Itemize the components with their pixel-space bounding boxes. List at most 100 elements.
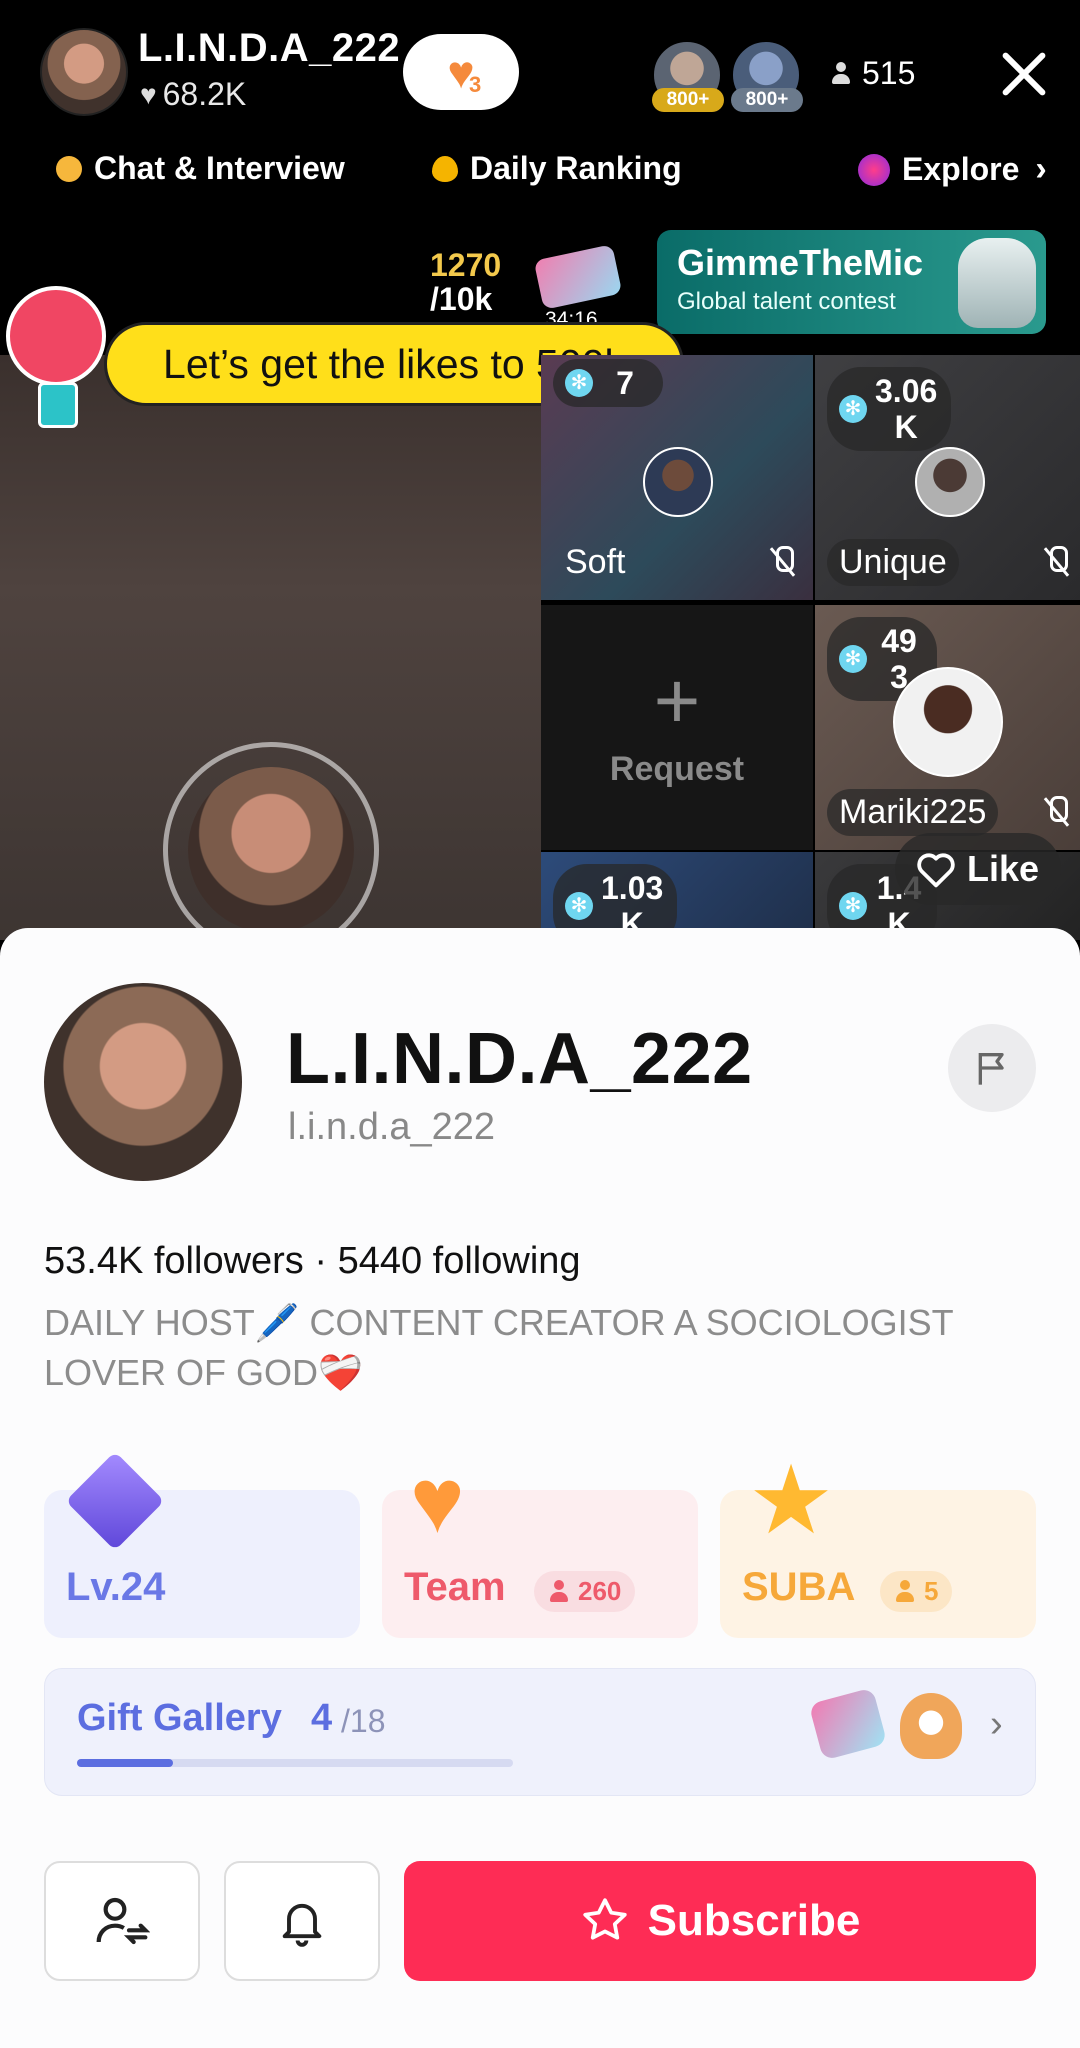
gift-icon: [533, 244, 623, 310]
goal-current: 1270: [430, 247, 502, 283]
gift-gallery-total: /18: [341, 1703, 386, 1739]
suba-label: SUBA: [742, 1565, 856, 1609]
follow-button[interactable]: ♥ 3: [403, 34, 519, 110]
host-name[interactable]: L.I.N.D.A_222: [138, 26, 400, 71]
top-bar: L.I.N.D.A_222 ♥ 68.2K ♥ 3 800+ 800+ 515: [0, 0, 1080, 145]
goal-target: /10k: [430, 281, 493, 317]
gift-icon: [808, 1687, 888, 1761]
host-likes: ♥ 68.2K: [140, 76, 246, 113]
snowflake-icon: ✻: [839, 645, 867, 673]
top-viewer-avatar[interactable]: 800+: [731, 40, 803, 112]
person-icon: [548, 1579, 570, 1604]
badge-cards: Lv.24 ♥ Team 260 ★ SUBA 5: [44, 1451, 1036, 1638]
team-count-value: 260: [578, 1576, 622, 1606]
profile-name: L.I.N.D.A_222: [286, 1019, 753, 1099]
gift-gallery-label: Gift Gallery: [77, 1697, 282, 1739]
report-button[interactable]: [948, 1024, 1036, 1112]
chevron-right-icon: ›: [990, 1703, 1003, 1745]
gift-gallery-count: 4: [311, 1697, 333, 1739]
profile-stats[interactable]: 53.4K followers · 5440 following: [44, 1240, 581, 1283]
heart-icon: ♥: [140, 78, 157, 110]
close-icon[interactable]: [995, 45, 1053, 103]
guest-name: Mariki225: [827, 789, 999, 836]
guest-cell[interactable]: ✻ 1.03 K: [541, 852, 813, 940]
snowflake-icon: ✻: [839, 395, 867, 423]
request-seat-button[interactable]: + Request: [541, 605, 813, 850]
level-label: Lv.24: [66, 1565, 166, 1609]
muted-mic-icon: [1043, 796, 1069, 828]
team-label: Team: [404, 1565, 506, 1609]
gift-gallery-progress: [77, 1759, 513, 1767]
gift-gallery-progress-fill: [77, 1759, 173, 1767]
profile-avatar[interactable]: [44, 983, 242, 1181]
heart-outline-icon: [917, 853, 955, 888]
user-switch-icon: [96, 1897, 150, 1945]
chat-icon: [56, 155, 82, 182]
viewer-count[interactable]: 515: [830, 55, 915, 92]
person-icon: [830, 61, 852, 86]
guest-avatar: [915, 447, 985, 517]
top-viewer-avatar[interactable]: 800+: [652, 40, 724, 112]
live-stream-area: L.I.N.D.A_222 ♥ 68.2K ♥ 3 800+ 800+ 515 …: [0, 0, 1080, 940]
team-card[interactable]: ♥ Team 260: [382, 1455, 698, 1638]
nav-label: Chat & Interview: [94, 150, 345, 186]
profile-actions: Subscribe: [44, 1861, 1036, 1981]
team-member-count: 260: [534, 1571, 636, 1612]
nav-chat-interview[interactable]: Chat & Interview: [56, 150, 345, 187]
corgi-gift-icon: [900, 1693, 962, 1759]
mascot-head: [6, 286, 106, 386]
like-label: Like: [967, 848, 1040, 889]
snowflake-icon: ✻: [565, 369, 593, 397]
like-button[interactable]: Like: [895, 833, 1062, 905]
bell-icon: [282, 1903, 322, 1947]
guest-cell[interactable]: ✻ 7 Soft: [541, 355, 813, 600]
suba-card[interactable]: ★ SUBA 5: [720, 1453, 1036, 1638]
host-avatar-stage[interactable]: [188, 767, 354, 933]
star-icon: ★: [748, 1447, 835, 1554]
level-card[interactable]: Lv.24: [44, 1451, 360, 1638]
guest-score-value: 3.06 K: [875, 373, 938, 445]
guest-avatar: [643, 447, 713, 517]
suba-count-value: 5: [924, 1576, 939, 1606]
profile-handle: l.i.n.d.a_222: [288, 1106, 496, 1148]
viewer-badge: 800+: [731, 88, 803, 112]
snowflake-icon: ✻: [565, 892, 593, 920]
nav-daily-ranking[interactable]: Daily Ranking: [432, 150, 682, 187]
nav-label: Explore: [902, 151, 1020, 187]
mascot-icon: [0, 286, 112, 436]
diamond-icon: [65, 1451, 165, 1551]
request-label: Request: [609, 750, 745, 788]
guest-score: ✻ 7: [553, 359, 663, 407]
subscribe-button[interactable]: Subscribe: [404, 1861, 1036, 1981]
snowflake-icon: ✻: [839, 892, 867, 920]
flag-icon: [978, 1053, 1004, 1085]
plus-icon: +: [653, 656, 701, 745]
person-icon: [894, 1579, 916, 1604]
muted-mic-icon: [1043, 546, 1069, 578]
goal-progress[interactable]: 1270 /10k: [430, 248, 501, 316]
subscribe-label: Subscribe: [647, 1896, 861, 1945]
follow-count: 3: [469, 72, 482, 97]
guest-cell[interactable]: ✻ 49 3 Mariki225: [815, 605, 1080, 850]
star-badge-icon: [582, 1898, 627, 1940]
gift-gallery[interactable]: Gift Gallery 4 /18 ›: [44, 1668, 1036, 1796]
profile-sheet: L.I.N.D.A_222 l.i.n.d.a_222 53.4K follow…: [0, 928, 1080, 2048]
robot-mascot-icon: [958, 238, 1036, 328]
nav-label: Daily Ranking: [470, 150, 682, 186]
notification-button[interactable]: [224, 1861, 380, 1981]
host-avatar[interactable]: [40, 28, 128, 116]
guest-cell[interactable]: ✻ 3.06 K Unique: [815, 355, 1080, 600]
promo-banner[interactable]: GimmeTheMic Global talent contest: [657, 230, 1046, 334]
planet-icon: [858, 153, 890, 186]
suba-member-count: 5: [880, 1571, 953, 1612]
microphone-icon: [38, 382, 78, 428]
chevron-right-icon: ›: [1035, 150, 1047, 188]
heart-icon: ♥: [410, 1450, 465, 1552]
switch-account-button[interactable]: [44, 1861, 200, 1981]
viewer-badge: 800+: [652, 88, 724, 112]
nav-explore[interactable]: Explore ›: [858, 150, 1047, 189]
topic-nav: Chat & Interview Daily Ranking Explore ›: [0, 150, 1080, 206]
profile-bio: DAILY HOST🖊️ CONTENT CREATOR A SOCIOLOGI…: [44, 1302, 954, 1393]
flame-icon: [432, 155, 458, 182]
guest-avatar: [893, 667, 1003, 777]
